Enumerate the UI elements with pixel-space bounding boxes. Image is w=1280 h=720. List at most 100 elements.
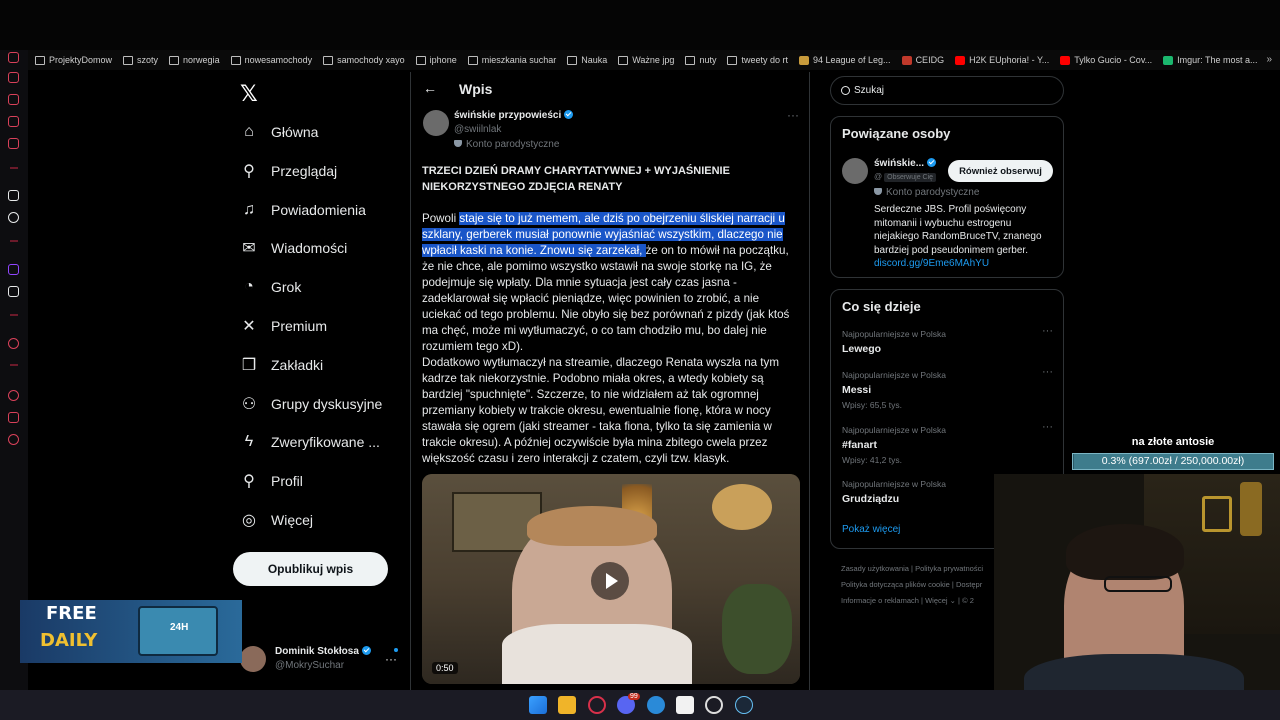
sidebar-app-icon[interactable] <box>8 412 19 423</box>
trend-item[interactable]: Najpopularniejsze w Polska Lewego ··· <box>842 325 1053 355</box>
nav-item-bell[interactable]: ♫ Powiadomienia <box>240 196 366 224</box>
sidebar-app-icon[interactable] <box>8 190 19 201</box>
settings-icon[interactable] <box>8 434 19 445</box>
nav-item-mail[interactable]: ✉ Wiadomości <box>240 234 347 262</box>
bookmark-item[interactable]: ProjektyDomow <box>35 55 112 65</box>
footer-link[interactable]: Zasady użytkowania <box>841 564 909 573</box>
account-switcher[interactable]: Dominik Stokłosa @MokrySuchar ··· <box>240 642 410 678</box>
folder-icon <box>618 55 629 65</box>
opera-gx-icon[interactable] <box>588 696 606 714</box>
nav-item-lightning[interactable]: ϟ Zweryfikowane ... <box>240 428 380 456</box>
footer-link[interactable]: Polityka dotycząca plików cookie <box>841 580 950 589</box>
bookmark-label: Ważne jpg <box>632 55 675 65</box>
avatar[interactable] <box>842 158 868 184</box>
footer-link[interactable]: Więcej ⌄ <box>925 596 956 605</box>
folder-icon <box>685 55 696 65</box>
bookmarks-bar: ProjektyDomow szoty norwegia nowesamochody s… <box>28 50 1280 70</box>
bookmarks-overflow-icon[interactable]: » <box>1266 54 1272 65</box>
sidebar-divider <box>10 314 18 316</box>
obs-icon[interactable] <box>705 696 723 714</box>
post-video[interactable]: 0:50 <box>422 474 800 684</box>
nav-item-label: Wiadomości <box>271 240 348 257</box>
sidebar-divider <box>10 240 18 242</box>
nav-item-label: Zweryfikowane ... <box>271 434 380 451</box>
back-arrow-icon[interactable]: ← <box>423 80 437 96</box>
sidebar-app-icon[interactable] <box>8 94 19 105</box>
video-hair <box>527 506 657 546</box>
sidebar-more-icon[interactable] <box>8 670 19 681</box>
follow-back-button[interactable]: Również obserwuj <box>948 160 1053 182</box>
bookmark-item[interactable]: CEIDG <box>901 55 944 65</box>
folder-icon <box>169 55 180 65</box>
bookmark-item[interactable]: tweety do rt <box>727 55 788 65</box>
twitch-icon[interactable] <box>8 264 19 275</box>
show-more-link[interactable]: Pokaż więcej <box>842 524 900 535</box>
history-icon[interactable] <box>8 390 19 401</box>
bookmark-label: 94 League of Leg... <box>812 55 891 65</box>
file-explorer-icon[interactable] <box>558 696 576 714</box>
related-handle[interactable]: @ Obserwuje Cię <box>874 172 937 182</box>
sidebar-app-icon[interactable] <box>8 72 19 83</box>
add-icon[interactable] <box>8 338 19 349</box>
steam-icon[interactable] <box>735 696 753 714</box>
sidebar-app-icon[interactable] <box>8 650 19 661</box>
chatgpt-icon[interactable] <box>8 212 19 223</box>
x-logo-icon[interactable]: 𝕏 <box>240 82 258 107</box>
x-icon[interactable] <box>8 286 19 297</box>
bookmark-item[interactable]: iphone <box>415 55 457 65</box>
bookmark-item[interactable]: nuty <box>685 55 716 65</box>
messenger-icon[interactable] <box>647 696 665 714</box>
nav-item-grok[interactable]: ◔ Grok <box>240 273 301 301</box>
trend-more-icon[interactable]: ··· <box>1042 325 1053 337</box>
folder-icon <box>35 55 45 65</box>
footer-link[interactable]: Informacje o reklamach <box>841 596 919 605</box>
bookmark-item[interactable]: szoty <box>123 55 158 65</box>
nav-item-more-circle[interactable]: ◎ Więcej <box>240 506 313 534</box>
bookmark-item[interactable]: mieszkania suchar <box>467 55 556 65</box>
trend-count: Wpisy: 41,2 tys. <box>842 455 902 465</box>
trend-count: Wpisy: 65,5 tys. <box>842 400 902 410</box>
bookmark-item[interactable]: H2K EUphoria! - Y... <box>955 55 1049 65</box>
nav-item-bookmark[interactable]: ❒ Zakładki <box>240 351 323 379</box>
post-more-icon[interactable]: ··· <box>787 108 799 122</box>
bookmark-label: norwegia <box>183 55 220 65</box>
author-name[interactable]: świńskie przypowieści <box>454 110 574 121</box>
bookmark-label: szoty <box>137 55 159 65</box>
trend-more-icon[interactable]: ··· <box>1042 366 1053 378</box>
sidebar-app-icon[interactable] <box>8 52 19 63</box>
footer-link[interactable]: Dostępr <box>956 580 982 589</box>
search-input[interactable]: Szukaj <box>830 76 1064 105</box>
footer-links: Zasady użytkowania | Polityka prywatnośc… <box>841 564 984 605</box>
trend-more-icon[interactable]: ··· <box>1042 421 1053 433</box>
more-icon[interactable]: ··· <box>385 652 397 666</box>
windows-start-icon[interactable] <box>529 696 547 714</box>
bookmark-item[interactable]: 94 League of Leg... <box>798 55 891 65</box>
notion-icon[interactable] <box>676 696 694 714</box>
nav-item-x-logo[interactable]: ✕ Premium <box>240 312 327 340</box>
play-icon[interactable] <box>591 562 629 600</box>
bookmark-label: nowesamochody <box>244 55 313 65</box>
bookmark-item[interactable]: Imgur: The most a... <box>1163 55 1258 65</box>
author-handle[interactable]: @swiilnlak <box>454 124 501 135</box>
bookmark-item[interactable]: Ważne jpg <box>618 55 674 65</box>
sidebar-app-icon[interactable] <box>8 138 19 149</box>
bookmark-item[interactable]: norwegia <box>169 55 220 65</box>
post-button[interactable]: Opublikuj wpis <box>233 552 388 586</box>
footer-link[interactable]: Polityka prywatności <box>915 564 983 573</box>
bookmark-item[interactable]: Tylko Gucio - Cov... <box>1060 55 1152 65</box>
trend-item[interactable]: Najpopularniejsze w Polska Messi Wpisy: 65… <box>842 366 1053 410</box>
nav-item-people[interactable]: ⚇ Grupy dyskusyjne <box>240 390 382 418</box>
discord-link[interactable]: discord.gg/9Eme6MAhYU <box>874 258 989 269</box>
sidebar-app-icon[interactable] <box>8 116 19 127</box>
bookmark-item[interactable]: samochody xayo <box>323 55 405 65</box>
bookmark-item[interactable]: Nauka <box>567 55 607 65</box>
nav-item-person[interactable]: ⚲ Profil <box>240 467 303 495</box>
bookmark-item[interactable]: nowesamochody <box>230 55 313 65</box>
nav-item-search[interactable]: ⚲ Przeglądaj <box>240 157 337 185</box>
nav-item-home[interactable]: ⌂ Główna <box>240 118 318 146</box>
nav-item-label: Profil <box>271 473 303 490</box>
author-avatar[interactable] <box>423 110 449 136</box>
trend-item[interactable]: Najpopularniejsze w Polska #fanart Wpisy: … <box>842 421 1053 465</box>
browser-top-area <box>0 0 1280 50</box>
related-name[interactable]: świńskie... <box>874 158 937 169</box>
